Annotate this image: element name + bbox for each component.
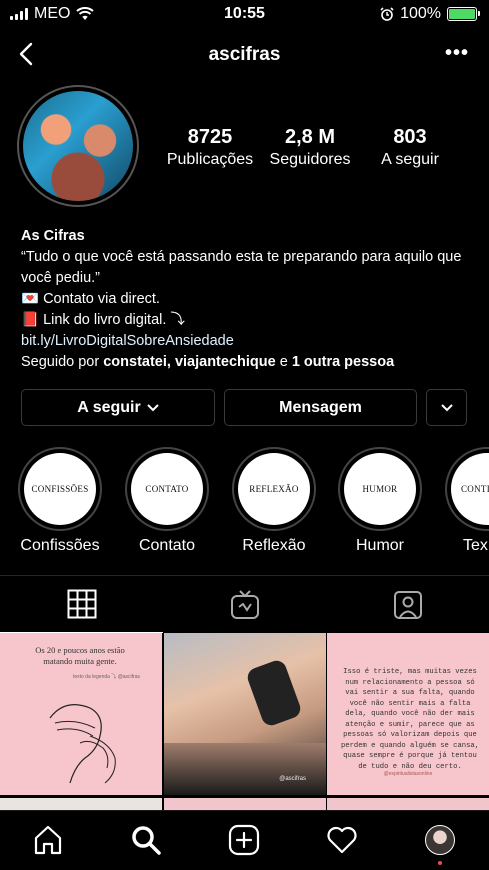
- notification-dot: [438, 861, 442, 865]
- status-right: 100%: [380, 5, 480, 23]
- tab-tagged[interactable]: [326, 576, 489, 633]
- profile-username: ascifras: [208, 44, 281, 65]
- highlight-ring: CONTATO: [125, 447, 209, 531]
- profile-tabs: [0, 575, 489, 633]
- highlight-cover: CONFISSÕES: [24, 453, 96, 525]
- post-thumbnail[interactable]: Os 20 e poucos anos estão matando muita …: [0, 633, 162, 795]
- chevron-down-icon: [146, 403, 159, 411]
- tab-grid[interactable]: [0, 576, 163, 633]
- following-button[interactable]: A seguir: [21, 389, 215, 426]
- followed-names: constatei, viajantechique: [103, 354, 276, 370]
- bio-line: 💌 Contato via direct.: [21, 291, 160, 307]
- stat-posts-label: Publicações: [166, 151, 254, 168]
- stat-followers-value: 2,8 M: [284, 126, 336, 148]
- highlight-label: Tex: [463, 537, 488, 554]
- followed-others: 1 outra pessoa: [291, 354, 395, 370]
- stat-following[interactable]: 803 A seguir: [360, 126, 460, 169]
- message-button-label: Mensagem: [279, 398, 362, 416]
- nav-search[interactable]: [129, 823, 163, 857]
- post-text: Isso é triste, mas muitas vezes num rela…: [340, 668, 480, 771]
- stat-posts[interactable]: 8725 Publicações: [160, 126, 260, 169]
- profile-avatar: [425, 825, 455, 855]
- following-button-label: A seguir: [77, 398, 141, 416]
- post-text: Os 20 e poucos anos estão matando muita …: [35, 645, 125, 666]
- highlight-label: Contato: [138, 537, 196, 554]
- highlight-partial[interactable]: CONTIN Tex: [445, 447, 489, 555]
- story-highlights: CONFISSÕES Confissões CONTATO Contato RE…: [0, 447, 489, 557]
- highlight-ring: CONTIN: [445, 447, 489, 531]
- highlight-cover: REFLEXÃO: [238, 453, 310, 525]
- followed-by[interactable]: Seguido por constatei, viajantechique e …: [21, 352, 481, 373]
- tab-igtv[interactable]: [163, 576, 326, 633]
- tagged-icon: [393, 590, 422, 619]
- message-button[interactable]: Mensagem: [224, 389, 417, 426]
- post-caption-hint: texto da legenda ⤵ @ascifras: [72, 674, 140, 680]
- followed-and: e: [275, 354, 292, 370]
- battery-percent: 100%: [400, 5, 441, 22]
- post-illustration: [49, 704, 116, 784]
- bio-line: 📕 Link do livro digital. ⤵: [21, 312, 185, 328]
- stat-followers-label: Seguidores: [269, 151, 351, 168]
- nav-activity[interactable]: [325, 823, 359, 857]
- suggested-accounts-button[interactable]: [426, 389, 467, 426]
- post-watermark: @ascifras: [279, 776, 306, 782]
- profile-bio: As Cifras “Tudo o que você está passando…: [21, 226, 481, 373]
- alarm-icon: [380, 7, 394, 21]
- post-thumbnail[interactable]: Isso é triste, mas muitas vezes num rela…: [327, 633, 489, 795]
- post-photo-shadow: [164, 743, 326, 795]
- stat-followers[interactable]: 2,8 M Seguidores: [260, 126, 360, 169]
- bio-line: “Tudo o que você está passando esta te p…: [21, 249, 462, 265]
- bio-line: você pediu.”: [21, 270, 100, 286]
- stat-posts-value: 8725: [187, 126, 233, 148]
- post-photo-shadow: [244, 657, 304, 729]
- highlight-label: Reflexão: [242, 537, 306, 554]
- profile-avatar[interactable]: [23, 91, 133, 201]
- nav-new-post[interactable]: [227, 823, 261, 857]
- activity-icon: [327, 826, 357, 854]
- profile-stats: 8725 Publicações 2,8 M Seguidores 803 A …: [160, 126, 460, 169]
- highlight-ring: HUMOR: [338, 447, 422, 531]
- more-horizontal-icon[interactable]: •••: [445, 42, 469, 65]
- highlight-cover: CONTIN: [451, 453, 489, 525]
- stat-following-label: A seguir: [381, 151, 439, 168]
- post-caption-hint: @espiritualistasonline: [383, 771, 433, 777]
- grid-icon: [67, 589, 96, 619]
- profile-name: As Cifras: [21, 228, 85, 244]
- highlight-label: Confissões: [20, 537, 100, 554]
- post-thumbnail[interactable]: @ascifras: [164, 633, 326, 795]
- profile-avatar-ring[interactable]: [17, 85, 139, 207]
- battery-icon: [447, 7, 480, 21]
- followed-prefix: Seguido por: [21, 354, 104, 370]
- home-icon: [34, 825, 62, 855]
- status-bar: MEO 10:55 100%: [0, 0, 489, 30]
- highlight-humor[interactable]: HUMOR Humor: [338, 447, 422, 555]
- highlight-ring: CONFISSÕES: [18, 447, 102, 531]
- stat-following-value: 803: [393, 126, 427, 148]
- nav-home[interactable]: [31, 823, 65, 857]
- highlight-cover: HUMOR: [344, 453, 416, 525]
- search-icon: [132, 826, 161, 855]
- bottom-nav: [0, 810, 489, 870]
- highlight-reflexao[interactable]: REFLEXÃO Reflexão: [232, 447, 316, 555]
- highlight-confissoes[interactable]: CONFISSÕES Confissões: [18, 447, 102, 555]
- posts-grid: Os 20 e poucos anos estão matando muita …: [0, 633, 489, 812]
- top-nav: ascifras •••: [0, 30, 489, 80]
- nav-profile[interactable]: [423, 823, 457, 865]
- highlight-label: Humor: [355, 537, 404, 554]
- highlight-contato[interactable]: CONTATO Contato: [125, 447, 209, 555]
- highlight-cover: CONTATO: [131, 453, 203, 525]
- highlight-ring: REFLEXÃO: [232, 447, 316, 531]
- chevron-down-icon: [440, 403, 453, 411]
- new-post-icon: [228, 824, 260, 856]
- igtv-icon: [230, 589, 259, 619]
- bio-link[interactable]: bit.ly/LivroDigitalSobreAnsiedade: [21, 331, 481, 352]
